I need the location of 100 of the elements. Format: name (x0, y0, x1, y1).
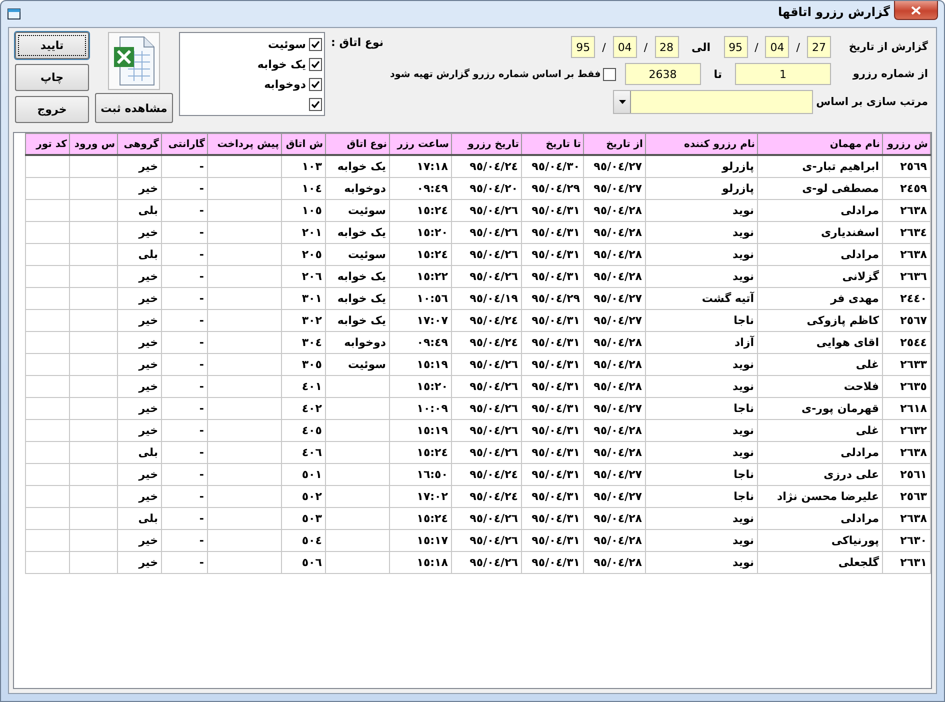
table-cell: ٢٦٣١ (882, 552, 930, 574)
table-cell (326, 398, 390, 420)
room-type-option[interactable]: سوئیت (268, 38, 306, 50)
column-header[interactable]: تاریخ رزرو (452, 134, 522, 155)
view-button[interactable]: مشاهده ثبت (95, 93, 173, 123)
window-icon (7, 8, 21, 20)
table-cell (70, 552, 118, 574)
action-button[interactable]: چاپ (15, 64, 89, 91)
column-header[interactable]: گارانتی (162, 134, 208, 155)
table-cell (26, 442, 70, 464)
table-cell: فلاحت (758, 376, 882, 398)
table-cell: ١٠:٥٦ (390, 288, 452, 310)
table-cell: ٩٥/٠٤/٢٦ (452, 442, 522, 464)
table-cell: ١٥:٢٤ (390, 244, 452, 266)
column-header[interactable]: ش رزرو (882, 134, 930, 155)
table-cell: ٩٥/٠٤/٢٨ (584, 266, 646, 288)
table-cell: ابراهیم تبار-ی (758, 155, 882, 178)
checkbox[interactable] (602, 68, 616, 80)
room-type-option[interactable]: دوخوابه (264, 78, 306, 90)
table-cell: - (162, 200, 208, 222)
column-header[interactable]: ش اتاق (282, 134, 326, 155)
table-cell (326, 552, 390, 574)
room-type-option[interactable]: یک خوابه (257, 58, 306, 70)
table-cell: خیر (118, 420, 162, 442)
table-cell: ١٧:١٨ (390, 155, 452, 178)
table-cell: ٢٤٤٠ (882, 288, 930, 310)
table-cell: مرادلی (758, 244, 882, 266)
table-cell: - (162, 552, 208, 574)
table-cell: بلی (118, 200, 162, 222)
column-header[interactable]: کد تور (26, 134, 70, 155)
table-cell: نوید (646, 420, 758, 442)
table-cell: آتیه گشت (646, 288, 758, 310)
table-cell: ٩٥/٠٤/٢٤ (452, 464, 522, 486)
table-cell: ٩٥/٠٤/٢٧ (584, 155, 646, 178)
column-header[interactable]: از تاریخ (584, 134, 646, 155)
table-cell: ٩٥/٠٤/٣١ (522, 332, 584, 354)
date-field[interactable]: 04 (612, 36, 637, 58)
table-cell: ١٦:٥٠ (390, 464, 452, 486)
table-cell: ٣٠٥ (282, 354, 326, 376)
checkbox[interactable] (309, 78, 322, 90)
table-cell: ٢٦٣٨ (882, 508, 930, 530)
table-cell: خیر (118, 552, 162, 574)
close-button[interactable] (894, 1, 938, 20)
date-field[interactable]: 27 (807, 36, 831, 58)
table-cell: مرادلی (758, 508, 882, 530)
table-cell: - (162, 332, 208, 354)
reservation-to-field[interactable]: 2638 (624, 63, 701, 85)
table-cell: مهدی فر (758, 288, 882, 310)
reservation-from-field[interactable]: 1 (735, 63, 831, 85)
date-field[interactable]: 28 (654, 36, 679, 58)
checkbox[interactable] (309, 58, 322, 70)
table-cell: ١٠٥ (282, 200, 326, 222)
table-cell: ٩٥/٠٤/٢٦ (452, 200, 522, 222)
table-cell: ٢٥٤٤ (882, 332, 930, 354)
table-cell: ٩٥/٠٤/٢٨ (584, 354, 646, 376)
date-field[interactable]: 04 (765, 36, 790, 58)
table-cell: خیر (118, 486, 162, 508)
column-header[interactable]: ساعت رزر (390, 134, 452, 155)
table-cell: ناجا (646, 398, 758, 420)
column-header[interactable]: س ورود (70, 134, 118, 155)
table-cell: ١٥:٢٠ (390, 376, 452, 398)
table-cell: ١٧:٠٧ (390, 310, 452, 332)
table-cell: مرادلی (758, 200, 882, 222)
table-cell: ٩٥/٠٤/٢٩ (522, 288, 584, 310)
date-field[interactable]: 95 (724, 36, 748, 58)
column-header[interactable]: تا تاریخ (522, 134, 584, 155)
checkbox[interactable] (309, 98, 322, 110)
table-cell: - (162, 178, 208, 200)
table-cell: - (162, 376, 208, 398)
column-header[interactable]: گروهی (118, 134, 162, 155)
table-cell: خیر (118, 155, 162, 178)
table-cell: ٩٥/٠٤/٢٨ (584, 552, 646, 574)
table-cell: ٩٥/٠٤/٢٧ (584, 486, 646, 508)
table-cell (70, 530, 118, 552)
action-button[interactable]: تایید (15, 32, 89, 59)
table-cell: ٢٠٥ (282, 244, 326, 266)
column-header[interactable]: نام مهمان (758, 134, 882, 155)
table-cell: نوید (646, 508, 758, 530)
table-cell: ٩٥/٠٤/٣١ (522, 200, 584, 222)
table-cell: اقای هوایی (758, 332, 882, 354)
table-cell: یک خوابه (326, 310, 390, 332)
table-cell: ٩٥/٠٤/٢٠ (452, 178, 522, 200)
table-cell: ٢٤٥٩ (882, 178, 930, 200)
table-cell: ٥٠١ (282, 464, 326, 486)
table-cell: مصطفی لو-ی (758, 178, 882, 200)
column-header[interactable]: پیش پرداخت (208, 134, 282, 155)
table-cell (70, 332, 118, 354)
column-header[interactable]: نوع اتاق (326, 134, 390, 155)
excel-export-button[interactable] (108, 32, 160, 90)
table-cell: ٩٥/٠٤/٢٦ (452, 420, 522, 442)
date-field[interactable]: 95 (571, 36, 596, 58)
table-cell: ٤٠٢ (282, 398, 326, 420)
action-button[interactable]: خروج (15, 96, 89, 123)
table-cell: نوید (646, 266, 758, 288)
column-header[interactable]: نام رزرو کننده (646, 134, 758, 155)
table-cell: ٩٥/٠٤/٢٨ (584, 508, 646, 530)
checkbox[interactable] (309, 38, 322, 50)
table-cell: ٩٥/٠٤/٢٨ (584, 244, 646, 266)
table-cell: ١٥:١٧ (390, 530, 452, 552)
table-cell: ٢٠٦ (282, 266, 326, 288)
